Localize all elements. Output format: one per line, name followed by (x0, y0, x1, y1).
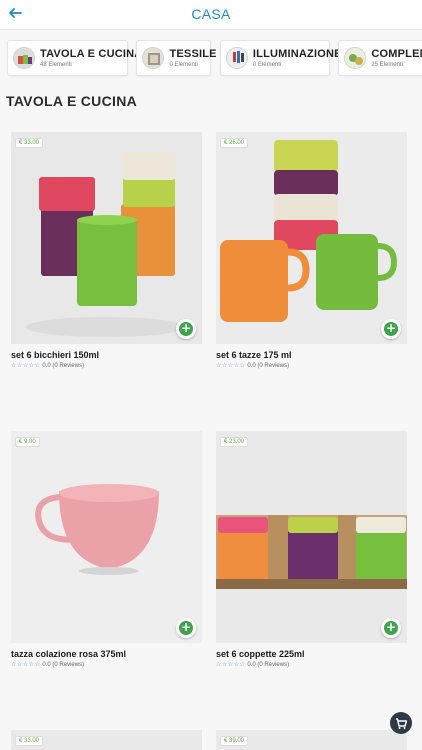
product-name[interactable]: set 6 bicchieri 150ml (11, 350, 202, 360)
product-name[interactable]: tazza colazione rosa 375ml (11, 649, 202, 659)
add-to-cart-button[interactable] (381, 319, 401, 339)
product-card[interactable]: € 23.00 set 6 coppette 225ml ☆☆☆☆☆0.0 (0… (216, 431, 407, 668)
category-count: 0 Elementi (169, 62, 198, 68)
product-card[interactable]: € 39.00 (216, 730, 407, 750)
category-chip-tavola-e-cucina[interactable]: TAVOLA E CUCINA 48 Elementi (7, 40, 142, 76)
product-rating: ☆☆☆☆☆ 0.0 (0 Reviews) (11, 661, 202, 668)
product-image[interactable]: € 33.00 (11, 132, 202, 344)
product-card[interactable]: € 33.00 (11, 730, 202, 750)
price-badge: € 39.00 (220, 736, 249, 746)
rating-text: 0.0 (0 Reviews) (247, 662, 290, 668)
product-photo (11, 431, 202, 643)
product-photo (216, 431, 407, 643)
product-photo (11, 132, 202, 344)
add-to-cart-button[interactable] (176, 319, 196, 339)
category-count: 48 Elementi (40, 62, 72, 68)
category-count: 0 Elementi (252, 62, 282, 68)
product-rating: ☆☆☆☆☆ 0.0 (0 Reviews) (11, 362, 202, 369)
category-chip-illuminazione[interactable]: ILLUMINAZIONE 0 Elementi (219, 40, 341, 76)
price-badge: € 33.00 (15, 736, 44, 746)
product-rating: ☆☆☆☆☆ 0.0 (0 Reviews) (216, 661, 407, 668)
category-chip-tessile[interactable]: TESSILE 0 Elementi (136, 40, 217, 76)
category-name: ILLUMINAZIONE (252, 48, 342, 60)
product-card[interactable]: € 9.00 tazza colazione rosa 375ml ☆☆☆☆☆0… (11, 431, 202, 668)
cart-icon (396, 718, 408, 729)
product-image[interactable]: € 23.00 (216, 431, 407, 643)
rating-stars-icon: ☆☆☆☆☆ (216, 662, 246, 668)
cart-button[interactable] (390, 712, 412, 734)
product-card[interactable]: € 33.00 set 6 bicchieri 150ml ☆☆☆☆☆0.0 (… (11, 132, 202, 369)
price-badge: € 26.00 (220, 138, 249, 148)
price-badge: € 9.00 (15, 437, 40, 447)
product-image[interactable]: € 9.00 (11, 431, 202, 643)
category-name: TAVOLA E CUCINA (40, 48, 143, 60)
product-image[interactable]: € 26.00 (216, 132, 407, 344)
rating-text: 0.0 (0 Reviews) (42, 363, 85, 369)
category-avatar (344, 47, 367, 69)
category-count: 25 Elementi (371, 62, 404, 68)
product-photo (216, 132, 407, 344)
category-avatar (13, 47, 35, 69)
product-name[interactable]: set 6 coppette 225ml (216, 649, 407, 659)
app: CASA TAVOLA E CUCINA 48 Elementi TESSILE… (0, 0, 422, 750)
page-title: CASA (191, 6, 231, 22)
price-badge: € 33.00 (15, 138, 44, 148)
category-name: TESSILE (169, 48, 217, 60)
product-name[interactable]: set 6 tazze 175 ml (216, 350, 407, 360)
category-name: COMPLEMEN (371, 48, 422, 60)
product-image[interactable]: € 33.00 (11, 730, 202, 750)
add-to-cart-button[interactable] (381, 618, 401, 638)
top-bar: CASA (0, 0, 422, 30)
rating-stars-icon: ☆☆☆☆☆ (216, 363, 246, 369)
product-rating: ☆☆☆☆☆ 0.0 (0 Reviews) (216, 362, 407, 369)
category-list[interactable]: TAVOLA E CUCINA 48 Elementi TESSILE 0 El… (0, 40, 422, 78)
category-avatar (225, 47, 248, 69)
rating-text: 0.0 (0 Reviews) (42, 662, 85, 668)
section-title: TAVOLA E CUCINA (6, 93, 138, 109)
price-badge: € 23.00 (220, 437, 249, 447)
rating-stars-icon: ☆☆☆☆☆ (11, 363, 41, 369)
product-image[interactable]: € 39.00 (216, 730, 407, 750)
rating-stars-icon: ☆☆☆☆☆ (11, 662, 41, 668)
category-chip-complementi[interactable]: COMPLEMEN 25 Elementi (338, 40, 422, 76)
category-avatar (142, 47, 165, 69)
product-card[interactable]: € 26.00 set 6 tazze 175 ml ☆☆☆☆☆0.0 (0 R… (216, 132, 407, 369)
rating-text: 0.0 (0 Reviews) (247, 363, 290, 369)
add-to-cart-button[interactable] (176, 618, 196, 638)
